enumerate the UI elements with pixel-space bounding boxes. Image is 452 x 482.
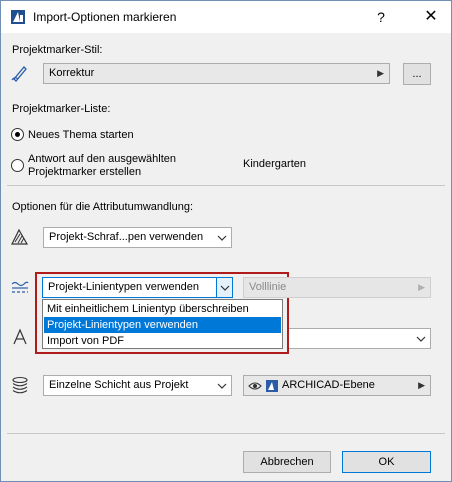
layer-value: ARCHICAD-Ebene [282, 379, 375, 391]
linetype-dropdown[interactable]: Projekt-Linientypen verwenden [42, 277, 233, 298]
style-heading: Projektmarker-Stil: [12, 44, 103, 56]
ok-button[interactable]: OK [342, 451, 431, 473]
attributes-heading: Optionen für die Attributumwandlung: [12, 201, 194, 213]
linetype-option-pdf[interactable]: Import von PDF [44, 333, 281, 349]
help-button[interactable]: ? [369, 5, 393, 29]
linetype-icon [11, 281, 29, 293]
layers-icon [12, 376, 28, 394]
fill-mode-dropdown[interactable]: Projekt-Schraf...pen verwenden [43, 227, 232, 248]
linetype-override-value: Volllinie [249, 281, 287, 293]
linetype-dropdown-button[interactable] [216, 278, 232, 297]
marker-style-value: Korrektur [49, 67, 95, 79]
radio-reply-label-line2: Projektmarker erstellen [28, 166, 142, 178]
radio-new-topic[interactable] [11, 128, 24, 141]
layer-mode-value: Einzelne Schicht aus Projekt [49, 379, 189, 391]
chevron-down-icon [217, 383, 227, 389]
eye-icon [248, 382, 262, 390]
archicad-app-icon [11, 10, 25, 24]
title-bar: Import-Optionen markieren ? ✕ [1, 1, 451, 33]
linetype-option-project[interactable]: Projekt-Linientypen verwenden [44, 317, 281, 333]
linetype-option-override[interactable]: Mit einheitlichem Linientyp überschreibe… [44, 301, 281, 317]
separator [7, 185, 445, 186]
layer-selector[interactable]: ARCHICAD-Ebene ▶ [243, 375, 431, 396]
layer-mode-dropdown[interactable]: Einzelne Schicht aus Projekt [43, 375, 232, 396]
arrow-right-icon: ▶ [418, 282, 425, 292]
list-heading: Projektmarker-Liste: [12, 103, 111, 115]
font-icon [13, 328, 27, 345]
footer-separator [7, 433, 445, 434]
import-options-dialog: Import-Optionen markieren ? ✕ Projektmar… [0, 0, 452, 482]
reply-target-name: Kindergarten [243, 158, 306, 170]
arrow-right-icon: ▶ [418, 380, 425, 390]
browse-style-button[interactable]: ... [403, 63, 431, 85]
close-button[interactable]: ✕ [419, 5, 443, 29]
font-dropdown[interactable] [289, 328, 431, 349]
chevron-down-icon [217, 235, 227, 241]
cancel-button[interactable]: Abbrechen [243, 451, 331, 473]
linetype-override-selector: Volllinie ▶ [243, 277, 431, 298]
marker-style-selector[interactable]: Korrektur ▶ [43, 63, 390, 84]
fill-hatch-icon [11, 228, 29, 245]
radio-reply-label-line1: Antwort auf den ausgewählten [28, 153, 176, 165]
linetype-value: Projekt-Linientypen verwenden [48, 281, 200, 293]
chevron-down-icon [416, 336, 426, 342]
linetype-options-list: Mit einheitlichem Linientyp überschreibe… [42, 299, 283, 349]
arrow-right-icon: ▶ [377, 68, 384, 78]
fill-mode-value: Projekt-Schraf...pen verwenden [49, 231, 204, 243]
dialog-title: Import-Optionen markieren [33, 10, 177, 24]
radio-new-topic-label: Neues Thema starten [28, 129, 134, 141]
pen-icon [11, 66, 27, 82]
radio-reply[interactable] [11, 159, 24, 172]
chevron-down-icon [220, 285, 230, 291]
layer-icon [266, 380, 278, 392]
